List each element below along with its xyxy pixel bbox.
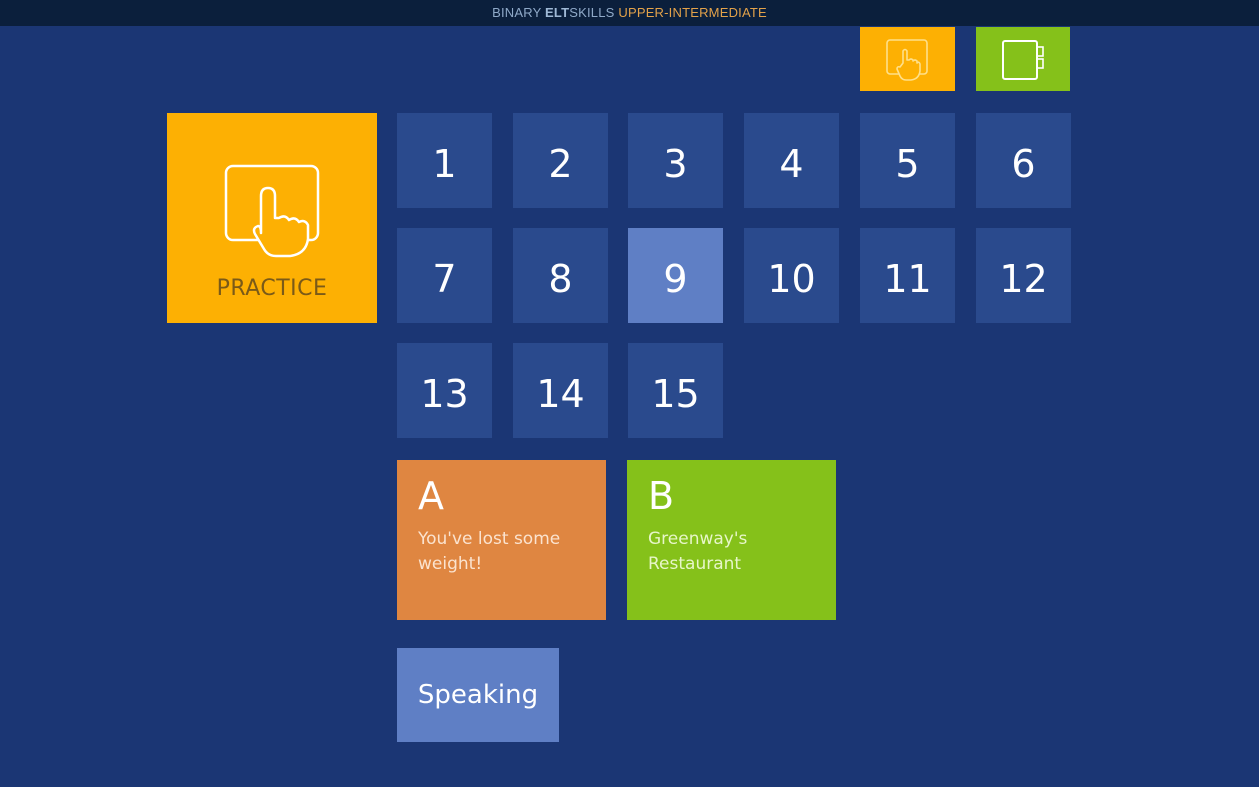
brand-elt: ELT bbox=[545, 5, 570, 20]
practice-label: PRACTICE bbox=[216, 276, 328, 301]
unit-tile-5[interactable]: 5 bbox=[860, 113, 955, 208]
section-title: You've lost some weight! bbox=[418, 529, 561, 574]
app-title-bar: BINARY ELTSKILLS UPPER-INTERMEDIATE bbox=[0, 0, 1259, 26]
unit-number: 12 bbox=[999, 256, 1048, 301]
section-b-card[interactable]: B Greenway's Restaurant bbox=[627, 460, 836, 620]
notebook-icon bbox=[1002, 40, 1044, 80]
unit-number: 2 bbox=[548, 141, 573, 186]
unit-tile-6[interactable]: 6 bbox=[976, 113, 1071, 208]
practice-shortcut-button[interactable] bbox=[860, 27, 955, 91]
unit-tile-15[interactable]: 15 bbox=[628, 343, 723, 438]
touch-hand-icon bbox=[224, 164, 320, 258]
unit-tile-13[interactable]: 13 bbox=[397, 343, 492, 438]
section-letter: B bbox=[648, 474, 675, 518]
unit-number: 13 bbox=[420, 371, 469, 416]
speaking-button[interactable]: Speaking bbox=[397, 648, 559, 742]
unit-number: 15 bbox=[651, 371, 700, 416]
section-title: Greenway's Restaurant bbox=[648, 529, 748, 574]
unit-tile-12[interactable]: 12 bbox=[976, 228, 1071, 323]
touch-hand-icon bbox=[886, 39, 928, 81]
level-label: UPPER-INTERMEDIATE bbox=[618, 5, 767, 20]
unit-number: 4 bbox=[779, 141, 804, 186]
unit-number: 9 bbox=[663, 256, 688, 301]
unit-number: 6 bbox=[1011, 141, 1036, 186]
unit-tile-1[interactable]: 1 bbox=[397, 113, 492, 208]
unit-tile-9-selected[interactable]: 9 bbox=[628, 228, 723, 323]
unit-tile-11[interactable]: 11 bbox=[860, 228, 955, 323]
unit-tile-14[interactable]: 14 bbox=[513, 343, 608, 438]
unit-number: 3 bbox=[663, 141, 688, 186]
unit-number: 10 bbox=[767, 256, 816, 301]
unit-number: 1 bbox=[432, 141, 457, 186]
unit-number: 7 bbox=[432, 256, 457, 301]
unit-number: 8 bbox=[548, 256, 573, 301]
unit-tile-4[interactable]: 4 bbox=[744, 113, 839, 208]
unit-number: 11 bbox=[883, 256, 932, 301]
section-letter: A bbox=[418, 474, 444, 518]
unit-tile-7[interactable]: 7 bbox=[397, 228, 492, 323]
unit-number: 5 bbox=[895, 141, 920, 186]
brand-skills: SKILLS bbox=[569, 5, 619, 20]
unit-number: 14 bbox=[536, 371, 585, 416]
notebook-button[interactable] bbox=[976, 27, 1070, 91]
section-a-card[interactable]: A You've lost some weight! bbox=[397, 460, 606, 620]
unit-tile-2[interactable]: 2 bbox=[513, 113, 608, 208]
speaking-label: Speaking bbox=[417, 680, 539, 710]
practice-tile[interactable]: PRACTICE bbox=[167, 113, 377, 323]
unit-tile-10[interactable]: 10 bbox=[744, 228, 839, 323]
unit-tile-8[interactable]: 8 bbox=[513, 228, 608, 323]
brand-binary: BINARY bbox=[492, 5, 546, 20]
unit-tile-3[interactable]: 3 bbox=[628, 113, 723, 208]
